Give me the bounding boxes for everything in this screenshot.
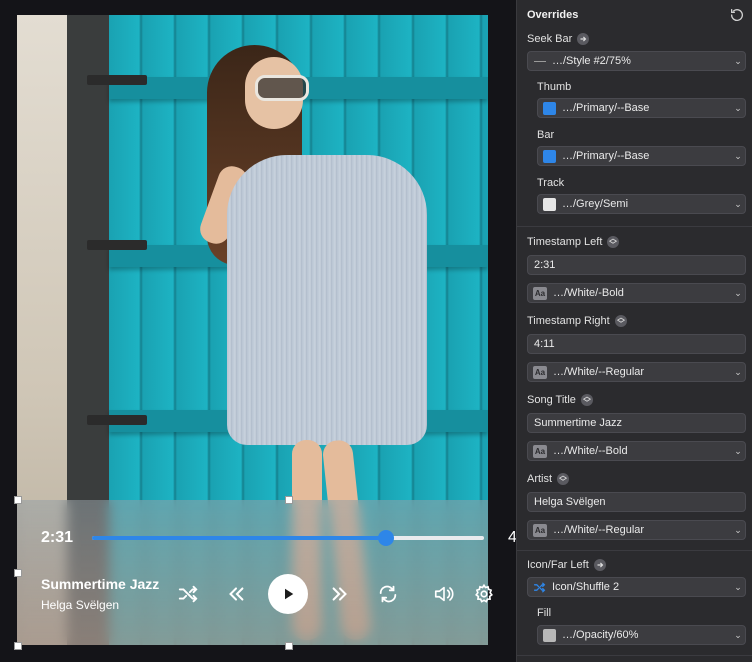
repeat-icon[interactable] — [376, 582, 400, 606]
divider — [517, 226, 752, 227]
fill-color-select[interactable]: …/Opacity/60% ⌄ — [537, 625, 746, 645]
color-swatch — [543, 197, 556, 211]
design-canvas[interactable]: 2:31 4:11 Summertime Jazz Helga Svëlgen — [0, 0, 516, 662]
layers-icon[interactable] — [614, 315, 627, 327]
fast-forward-icon[interactable] — [328, 582, 352, 606]
bar-color-select[interactable]: …/Primary/--Base ⌄ — [537, 146, 746, 166]
song-title-text-input[interactable]: Summertime Jazz — [527, 413, 746, 433]
divider — [517, 550, 752, 551]
chevron-down-icon: ⌄ — [734, 366, 742, 377]
timestamp-right-text-input[interactable]: 4:11 — [527, 334, 746, 354]
song-title-style-select[interactable]: Aa …/White/--Bold ⌄ — [527, 441, 746, 461]
layers-icon[interactable] — [557, 473, 570, 485]
play-icon — [285, 588, 294, 600]
text-style-icon: Aa — [533, 286, 547, 300]
artist-style-select[interactable]: Aa …/White/--Regular ⌄ — [527, 520, 746, 540]
thumb-label: Thumb — [537, 81, 572, 93]
text-style-icon: Aa — [533, 444, 547, 458]
timestamp-right-style-select[interactable]: Aa …/White/--Regular ⌄ — [527, 362, 746, 382]
timestamp-left-style-select[interactable]: Aa …/White/-Bold ⌄ — [527, 283, 746, 303]
seek-bar-label: Seek Bar — [527, 33, 573, 45]
chevron-down-icon: ⌄ — [734, 287, 742, 298]
color-swatch — [543, 628, 556, 642]
text-style-icon: Aa — [533, 523, 547, 537]
arrow-right-icon[interactable] — [577, 33, 590, 45]
song-title-label: Song Title — [527, 394, 576, 406]
seek-track[interactable] — [92, 530, 484, 546]
layers-icon[interactable] — [580, 394, 593, 406]
icon-far-left-select[interactable]: Icon/Shuffle 2 ⌄ — [527, 577, 746, 597]
shuffle-icon[interactable] — [176, 582, 200, 606]
artist-text-input[interactable]: Helga Svëlgen — [527, 492, 746, 512]
color-swatch — [543, 101, 556, 115]
line-style-icon — [534, 60, 546, 62]
arrow-right-icon[interactable] — [593, 559, 606, 571]
chevron-down-icon: ⌄ — [734, 55, 742, 66]
overrides-panel: Overrides Seek Bar …/Style #2/75% ⌄ Thum… — [516, 0, 752, 662]
reset-icon[interactable] — [729, 7, 745, 23]
thumb-color-select[interactable]: …/Primary/--Base ⌄ — [537, 98, 746, 118]
chevron-down-icon: ⌄ — [734, 102, 742, 113]
chevron-down-icon: ⌄ — [734, 445, 742, 456]
settings-icon[interactable] — [472, 582, 496, 606]
play-button[interactable] — [268, 574, 308, 614]
timestamp-left-label: Timestamp Left — [527, 236, 603, 248]
selection-handle[interactable] — [14, 642, 22, 650]
shuffle-icon — [533, 582, 546, 592]
timestamp-left: 2:31 — [41, 529, 74, 546]
icon-far-left-label: Icon/Far Left — [527, 559, 589, 571]
chevron-down-icon: ⌄ — [734, 524, 742, 535]
seek-bar-style-select[interactable]: …/Style #2/75% ⌄ — [527, 51, 746, 71]
timestamp-right: 4:11 — [508, 529, 516, 546]
color-swatch — [543, 149, 556, 163]
text-style-icon: Aa — [533, 365, 547, 379]
track-label: Track — [537, 177, 565, 189]
chevron-down-icon: ⌄ — [734, 198, 742, 209]
song-title: Summertime Jazz — [41, 576, 160, 592]
music-player: 2:31 4:11 Summertime Jazz Helga Svëlgen — [17, 500, 516, 645]
timestamp-left-text-input[interactable]: 2:31 — [527, 255, 746, 275]
chevron-down-icon: ⌄ — [734, 629, 742, 640]
seek-thumb[interactable] — [378, 530, 394, 546]
layers-icon[interactable] — [607, 236, 620, 248]
timestamp-right-label: Timestamp Right — [527, 315, 610, 327]
rewind-icon[interactable] — [224, 582, 248, 606]
bar-label: Bar — [537, 129, 555, 141]
artist-name: Helga Svëlgen — [41, 598, 120, 612]
divider — [517, 655, 752, 656]
seek-bar-fill — [92, 536, 386, 540]
chevron-down-icon: ⌄ — [734, 150, 742, 161]
selection-handle[interactable] — [285, 642, 293, 650]
selection-handle[interactable] — [14, 569, 22, 577]
selection-handle[interactable] — [14, 496, 22, 504]
fill-label: Fill — [537, 607, 552, 619]
volume-icon[interactable] — [432, 582, 456, 606]
track-color-select[interactable]: …/Grey/Semi ⌄ — [537, 194, 746, 214]
artist-label: Artist — [527, 473, 553, 485]
panel-title: Overrides — [527, 9, 579, 21]
selection-handle[interactable] — [285, 496, 293, 504]
chevron-down-icon: ⌄ — [734, 581, 742, 592]
